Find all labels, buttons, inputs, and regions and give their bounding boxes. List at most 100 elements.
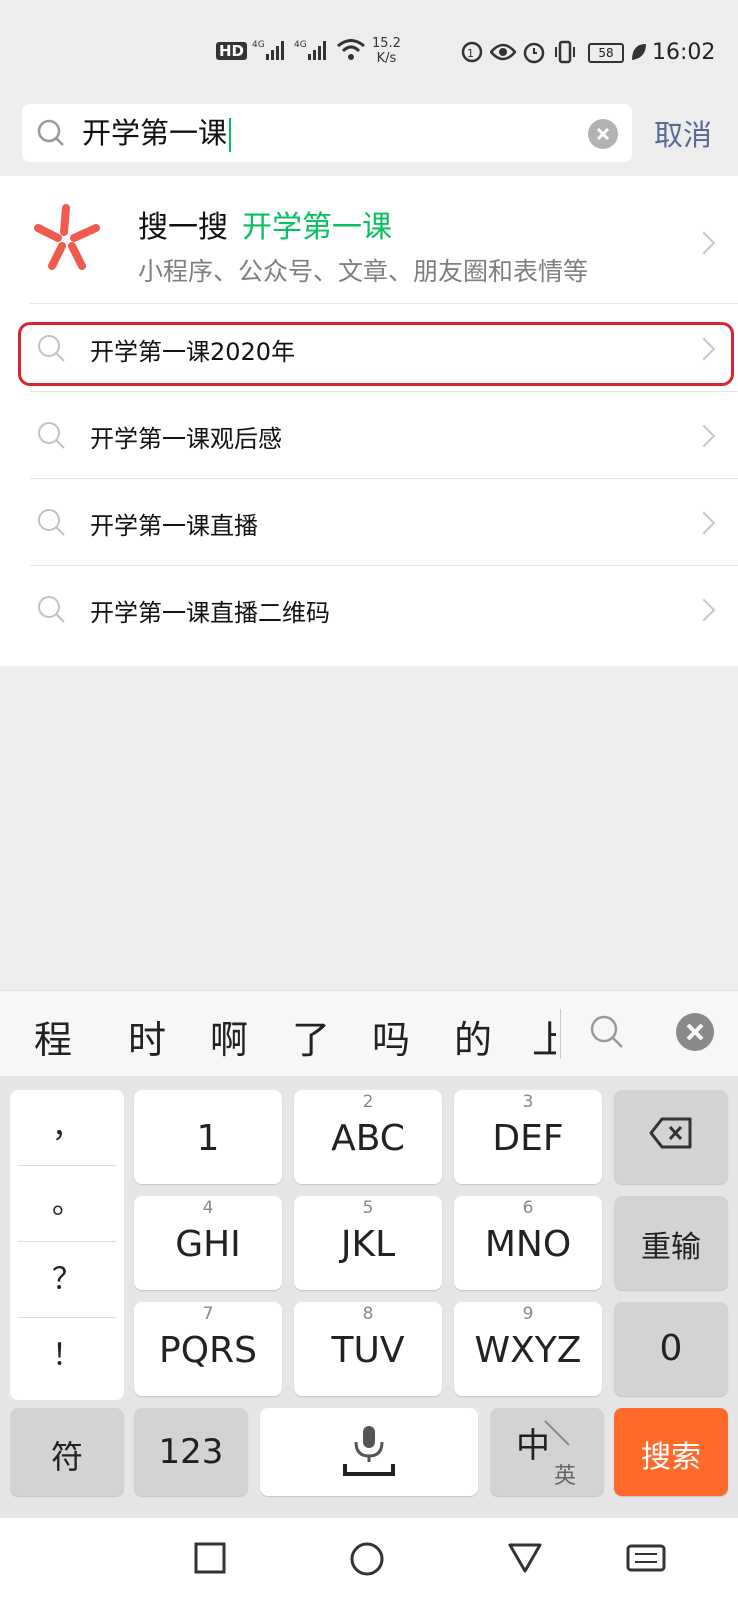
key-letters: WXYZ	[474, 1330, 582, 1371]
punct-key[interactable]: 。	[18, 1166, 116, 1242]
key-number: 9	[522, 1304, 534, 1324]
cancel-button[interactable]: 取消	[654, 112, 712, 154]
search-icon	[36, 507, 68, 539]
candidate-word[interactable]: 吗	[372, 1009, 410, 1064]
souyisou-title: 搜一搜 开学第一课	[138, 202, 392, 246]
leaf-icon	[630, 42, 648, 67]
symbols-button[interactable]: 符	[10, 1408, 124, 1496]
souyisou-entry[interactable]: 搜一搜 开学第一课 小程序、公众号、文章、朋友圈和表情等	[0, 176, 738, 310]
svg-text:1: 1	[467, 47, 474, 60]
chevron-right-icon	[692, 231, 716, 255]
key-2-abc[interactable]: 2 ABC	[294, 1090, 442, 1184]
numbers-button[interactable]: 123	[134, 1408, 248, 1496]
key-letters: PQRS	[159, 1330, 257, 1371]
key-letters: DEF	[492, 1118, 564, 1159]
eye-comfort-icon	[489, 42, 517, 67]
souyisou-subtitle: 小程序、公众号、文章、朋友圈和表情等	[138, 257, 589, 286]
punct-key[interactable]: ！	[18, 1318, 116, 1394]
search-icon	[36, 420, 68, 452]
home-icon[interactable]	[350, 1542, 384, 1580]
key-1[interactable]: 1	[134, 1090, 282, 1184]
key-0[interactable]: 0	[614, 1302, 728, 1396]
network-speed: 15.2 K/s	[372, 36, 401, 66]
chevron-right-icon	[692, 511, 716, 535]
battery-indicator: 58	[588, 43, 624, 63]
text-caret	[229, 118, 232, 152]
key-7-pqrs[interactable]: 7 PQRS	[134, 1302, 282, 1396]
svg-text:4G: 4G	[294, 40, 307, 50]
key-number: 6	[522, 1198, 534, 1218]
hd-call-icon: HD	[216, 42, 248, 60]
candidate-word[interactable]: 上	[532, 1009, 556, 1064]
souyisou-label: 搜一搜	[138, 210, 228, 245]
punct-key[interactable]: ，	[18, 1090, 116, 1166]
key-area: ， 。 ？ ！ 1 2 ABC 3 DEF 4 GHI 5 JKL 6 MNO …	[0, 1076, 738, 1518]
navigation-bar	[0, 1518, 738, 1600]
close-icon[interactable]	[676, 1013, 714, 1051]
key-number: 7	[202, 1304, 214, 1324]
key-number: 4	[202, 1198, 214, 1218]
punctuation-column: ， 。 ？ ！	[10, 1090, 124, 1400]
divider	[560, 1009, 561, 1059]
key-9-wxyz[interactable]: 9 WXYZ	[454, 1302, 602, 1396]
key-letters: 0	[659, 1328, 683, 1369]
suggestion-label: 开学第一课观后感	[90, 425, 282, 453]
candidate-word[interactable]: 了	[292, 1009, 330, 1064]
search-icon	[36, 118, 66, 148]
recents-icon[interactable]	[194, 1542, 226, 1578]
status-bar: HD 4G 4G 15.2 K/s 1 58 16:02	[0, 0, 738, 96]
signal-4g-icon-2: 4G	[294, 38, 328, 67]
key-6-mno[interactable]: 6 MNO	[454, 1196, 602, 1290]
key-5-jkl[interactable]: 5 JKL	[294, 1196, 442, 1290]
suggestion-item[interactable]: 开学第一课直播二维码	[0, 566, 738, 654]
search-input[interactable]: 开学第一课	[22, 104, 632, 162]
lang-sub-label: 英	[554, 1464, 577, 1489]
reenter-label: 重输	[641, 1230, 701, 1265]
search-icon	[36, 594, 68, 626]
back-icon[interactable]	[508, 1542, 542, 1578]
key-4-ghi[interactable]: 4 GHI	[134, 1196, 282, 1290]
search-query[interactable]: 开学第一课	[82, 115, 232, 152]
key-letters: GHI	[175, 1224, 241, 1265]
search-submit-button[interactable]: 搜索	[614, 1408, 728, 1496]
space-button[interactable]	[260, 1408, 478, 1496]
clear-icon[interactable]	[588, 119, 618, 149]
key-3-def[interactable]: 3 DEF	[454, 1090, 602, 1184]
key-letters: 1	[196, 1118, 220, 1159]
backspace-icon	[614, 1116, 728, 1159]
search-header: 开学第一课 取消	[0, 96, 738, 176]
vibrate-icon	[552, 40, 578, 69]
svg-text:4G: 4G	[252, 40, 265, 50]
lang-main-label: 中	[516, 1426, 550, 1466]
souyisou-logo-icon	[30, 202, 102, 274]
keyboard: 程 时 啊 了 吗 的 上 ， 。 ？ ！ 1 2 ABC 3 DEF 4 GH…	[0, 990, 738, 1518]
numbers-label: 123	[158, 1432, 224, 1472]
search-icon[interactable]	[588, 1013, 626, 1051]
key-number: 3	[522, 1092, 534, 1112]
key-number: 2	[362, 1092, 374, 1112]
backspace-button[interactable]	[614, 1090, 728, 1184]
suggestion-label: 开学第一课直播	[90, 512, 258, 540]
candidate-word[interactable]: 的	[454, 1009, 492, 1064]
key-letters: MNO	[484, 1224, 572, 1265]
data-saver-icon: 1	[460, 40, 484, 69]
reenter-button[interactable]: 重输	[614, 1196, 728, 1290]
divider	[30, 303, 738, 304]
key-8-tuv[interactable]: 8 TUV	[294, 1302, 442, 1396]
souyisou-keyword: 开学第一课	[242, 210, 392, 245]
search-submit-label: 搜索	[641, 1440, 701, 1475]
keyboard-hide-icon[interactable]	[626, 1544, 666, 1578]
suggestion-item[interactable]: 开学第一课观后感	[0, 392, 738, 480]
key-letters: JKL	[340, 1224, 396, 1265]
punct-key[interactable]: ？	[18, 1242, 116, 1318]
wifi-icon	[336, 38, 366, 67]
candidate-word[interactable]: 时	[128, 1009, 166, 1064]
key-number: 5	[362, 1198, 374, 1218]
alarm-icon	[522, 40, 546, 69]
key-letters: ABC	[331, 1118, 405, 1159]
suggestion-item[interactable]: 开学第一课直播	[0, 479, 738, 567]
candidate-word[interactable]: 啊	[210, 1009, 248, 1064]
candidate-word[interactable]: 程	[34, 1009, 72, 1064]
key-letters: TUV	[331, 1330, 405, 1371]
language-toggle-button[interactable]: 中 英	[490, 1408, 604, 1496]
